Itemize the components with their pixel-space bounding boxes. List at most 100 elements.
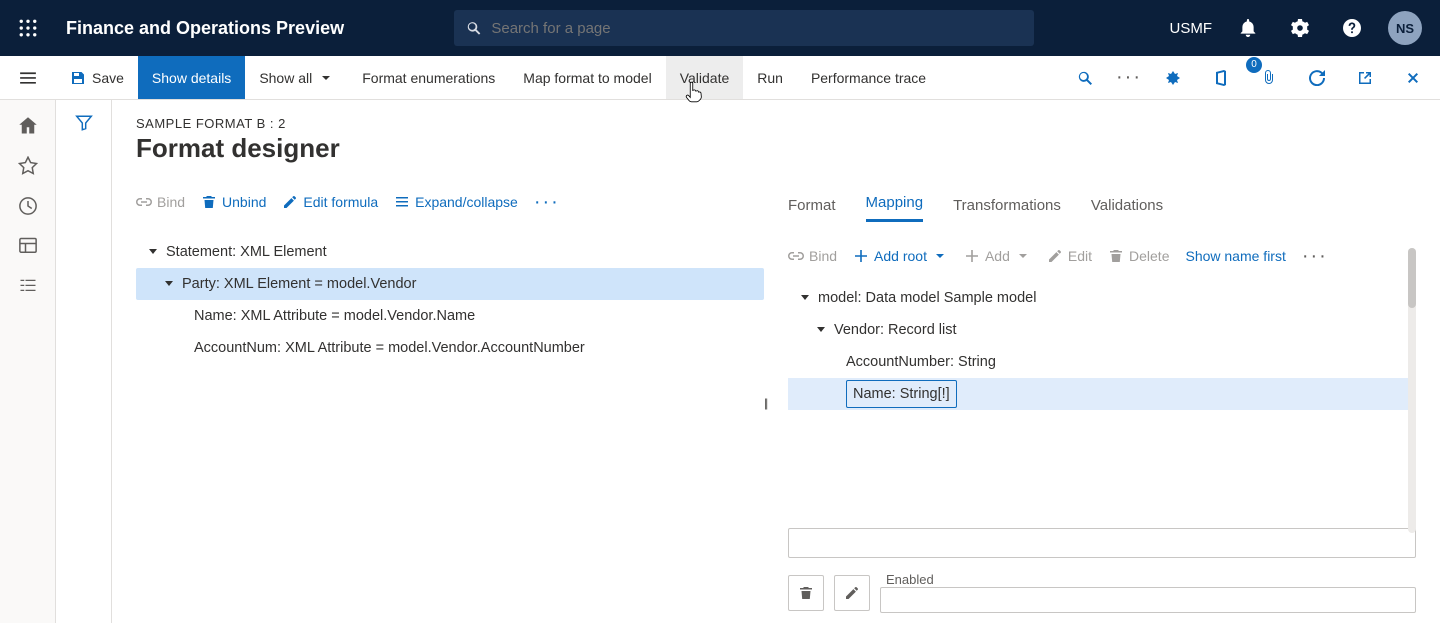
refresh-icon[interactable] — [1300, 61, 1334, 95]
search-input[interactable] — [491, 20, 1022, 37]
chevron-down-icon — [1015, 248, 1031, 264]
performance-trace-button[interactable]: Performance trace — [797, 56, 940, 99]
tree-label: AccountNumber: String — [846, 346, 996, 378]
format-enumerations-button[interactable]: Format enumerations — [348, 56, 509, 99]
right-tabs: Format Mapping Transformations Validatio… — [788, 182, 1416, 222]
link-icon — [788, 248, 804, 264]
mapping-bind-button[interactable]: Bind — [788, 248, 837, 264]
caret-icon[interactable] — [146, 247, 160, 257]
overflow-menu-icon[interactable]: ··· — [1116, 66, 1142, 89]
recents-icon[interactable] — [18, 196, 38, 216]
mapping-tree: model: Data model Sample model Vendor: R… — [788, 282, 1416, 410]
chevron-down-icon — [318, 70, 334, 86]
show-all-label: Show all — [259, 70, 312, 86]
tree-row[interactable]: Name: XML Attribute = model.Vendor.Name — [136, 300, 764, 332]
command-bar: Save Show details Show all Format enumer… — [0, 56, 1440, 100]
toolbar-search-icon[interactable] — [1068, 61, 1102, 95]
tree-row[interactable]: Statement: XML Element — [136, 236, 764, 268]
tree-label: AccountNum: XML Attribute = model.Vendor… — [194, 332, 585, 364]
show-all-button[interactable]: Show all — [245, 56, 348, 99]
options-icon[interactable] — [1156, 61, 1190, 95]
enabled-input[interactable] — [880, 587, 1416, 613]
expand-collapse-label: Expand/collapse — [415, 194, 518, 210]
workspaces-icon[interactable] — [18, 236, 38, 256]
add-button[interactable]: Add — [964, 248, 1031, 264]
global-search[interactable] — [454, 10, 1034, 46]
delete-button[interactable]: Delete — [1108, 248, 1169, 264]
tree-label: Name: XML Attribute = model.Vendor.Name — [194, 300, 475, 332]
scrollbar[interactable] — [1408, 248, 1416, 533]
search-icon — [466, 20, 481, 36]
add-root-label: Add root — [874, 248, 927, 264]
chevron-down-icon — [932, 248, 948, 264]
tree-row[interactable]: model: Data model Sample model — [788, 282, 1416, 314]
favorites-icon[interactable] — [18, 156, 38, 176]
splitter-icon[interactable]: || — [764, 396, 766, 410]
format-toolbar: Bind Unbind Edit formula Expand/collapse — [136, 182, 764, 222]
run-button[interactable]: Run — [743, 56, 797, 99]
properties-area: Enabled — [788, 528, 1416, 623]
enabled-label: Enabled — [886, 572, 1416, 587]
home-icon[interactable] — [18, 116, 38, 136]
app-title: Finance and Operations Preview — [66, 18, 344, 39]
show-name-first-button[interactable]: Show name first — [1185, 248, 1285, 264]
link-icon — [136, 194, 152, 210]
bind-label: Bind — [157, 194, 185, 210]
caret-icon[interactable] — [814, 325, 828, 335]
save-label: Save — [92, 70, 124, 86]
add-root-button[interactable]: Add root — [853, 248, 948, 264]
save-button[interactable]: Save — [56, 56, 138, 99]
tree-row-selected[interactable]: Name: String[!] — [788, 378, 1416, 410]
mapping-overflow-icon[interactable]: ··· — [1302, 245, 1328, 268]
office-icon[interactable] — [1204, 61, 1238, 95]
property-input[interactable] — [788, 528, 1416, 558]
tab-mapping[interactable]: Mapping — [866, 194, 924, 222]
mapping-pane: || Format Mapping Transformations Valida… — [788, 182, 1416, 623]
user-avatar[interactable]: NS — [1388, 11, 1422, 45]
tree-row[interactable]: Vendor: Record list — [788, 314, 1416, 346]
expand-collapse-button[interactable]: Expand/collapse — [394, 194, 518, 210]
show-details-button[interactable]: Show details — [138, 56, 245, 99]
notifications-icon[interactable] — [1232, 12, 1264, 44]
tree-label: Party: XML Element = model.Vendor — [182, 268, 416, 300]
property-delete-button[interactable] — [788, 575, 824, 611]
format-overflow-icon[interactable]: ··· — [534, 191, 560, 214]
filter-icon[interactable] — [75, 114, 93, 623]
unbind-label: Unbind — [222, 194, 266, 210]
edit-icon — [1047, 248, 1063, 264]
modules-icon[interactable] — [18, 276, 38, 296]
legal-entity[interactable]: USMF — [1170, 20, 1213, 37]
format-pane: Bind Unbind Edit formula Expand/collapse — [136, 182, 764, 623]
tree-row[interactable]: AccountNum: XML Attribute = model.Vendor… — [136, 332, 764, 364]
tree-row-selected[interactable]: Party: XML Element = model.Vendor — [136, 268, 764, 300]
attachments-icon[interactable] — [1252, 61, 1286, 95]
tab-transformations[interactable]: Transformations — [953, 197, 1061, 222]
list-icon — [394, 194, 410, 210]
validate-button[interactable]: Validate — [666, 56, 744, 99]
plus-icon — [853, 248, 869, 264]
edit-button[interactable]: Edit — [1047, 248, 1092, 264]
app-launcher-icon[interactable] — [8, 8, 48, 48]
tab-validations[interactable]: Validations — [1091, 197, 1163, 222]
tab-format[interactable]: Format — [788, 197, 836, 222]
add-label: Add — [985, 248, 1010, 264]
tree-label: Statement: XML Element — [166, 236, 327, 268]
plus-icon — [964, 248, 980, 264]
edit-formula-button[interactable]: Edit formula — [282, 194, 378, 210]
unbind-button[interactable]: Unbind — [201, 194, 266, 210]
caret-icon[interactable] — [798, 293, 812, 303]
help-icon[interactable] — [1336, 12, 1368, 44]
open-new-window-icon[interactable] — [1348, 61, 1382, 95]
close-icon[interactable] — [1396, 61, 1430, 95]
settings-icon[interactable] — [1284, 12, 1316, 44]
caret-icon[interactable] — [162, 279, 176, 289]
mapping-toolbar: Bind Add root Add Edit — [788, 236, 1416, 276]
mapping-bind-label: Bind — [809, 248, 837, 264]
tree-row[interactable]: AccountNumber: String — [788, 346, 1416, 378]
nav-toggle-icon[interactable] — [0, 56, 56, 99]
bind-button[interactable]: Bind — [136, 194, 185, 210]
content: SAMPLE FORMAT B : 2 Format designer Bind… — [112, 100, 1440, 623]
edit-icon — [282, 194, 298, 210]
property-edit-button[interactable] — [834, 575, 870, 611]
map-format-to-model-button[interactable]: Map format to model — [509, 56, 665, 99]
